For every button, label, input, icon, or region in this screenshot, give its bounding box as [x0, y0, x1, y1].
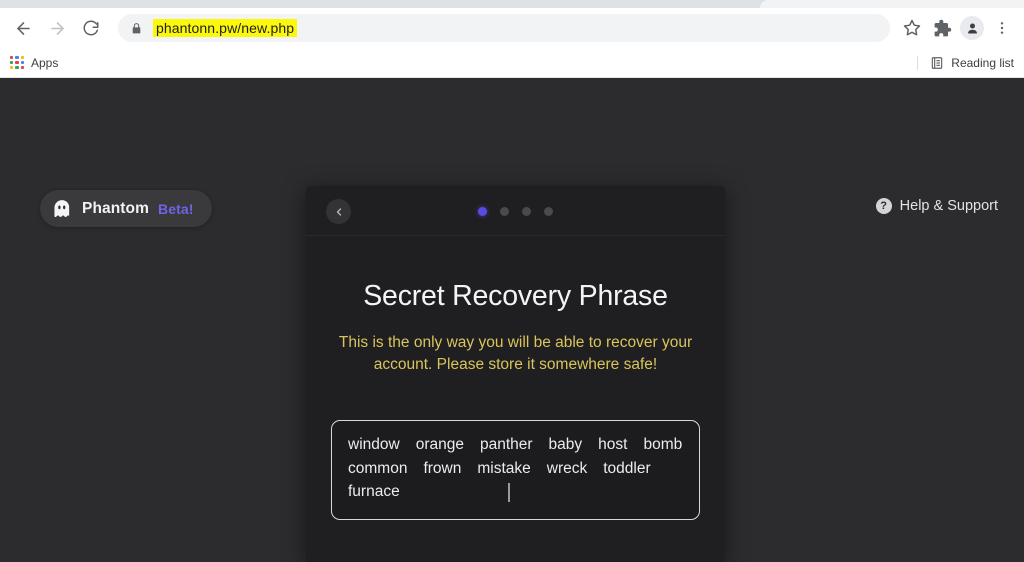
brand-name: Phantom [82, 199, 150, 217]
step-dot-4[interactable] [544, 207, 553, 216]
reading-list-button[interactable]: Reading list [917, 55, 1014, 70]
step-dot-1[interactable] [478, 207, 487, 216]
modal-body: Secret Recovery Phrase This is the only … [306, 280, 725, 562]
reload-button[interactable] [76, 13, 106, 43]
seed-word: bomb [643, 436, 683, 453]
lock-icon [132, 22, 141, 33]
page-title: Secret Recovery Phrase [363, 280, 668, 312]
help-and-support-link[interactable]: ? Help & Support [875, 198, 998, 214]
forward-button[interactable] [42, 13, 72, 43]
arrow-left-icon [16, 21, 30, 35]
address-bar[interactable]: phantonn.pw/new.php [118, 14, 890, 42]
brand-beta-tag: Beta! [158, 200, 194, 217]
seed-word: orange [415, 436, 464, 453]
apps-label: Apps [31, 55, 59, 70]
help-label: Help & Support [899, 198, 998, 214]
active-tab[interactable] [760, 0, 1024, 8]
arrow-right-icon [50, 21, 64, 35]
question-mark-circle-icon: ? [875, 198, 892, 214]
star-icon [903, 19, 921, 36]
page-content: Phantom Beta! ? Help & Support Secret Re… [0, 78, 1024, 562]
seed-word: panther [479, 436, 533, 453]
reload-icon [83, 20, 99, 36]
profile-avatar-button[interactable] [958, 14, 986, 42]
apps-shortcut[interactable]: Apps [10, 55, 59, 70]
more-menu-icon[interactable] [988, 14, 1016, 42]
step-dot-2[interactable] [500, 207, 509, 216]
warning-text: This is the only way you will be able to… [338, 334, 693, 373]
bookmark-star-icon[interactable] [898, 14, 926, 42]
seed-word: mistake [477, 459, 531, 477]
back-button[interactable] [8, 13, 38, 43]
reading-list-icon [932, 56, 943, 69]
apps-grid-icon [10, 55, 24, 70]
text-cursor [508, 483, 510, 502]
seed-phrase-box[interactable]: window orange panther baby host bomb com… [331, 420, 700, 520]
phantom-ghost-icon [54, 199, 70, 217]
modal-header [306, 186, 725, 236]
seed-word: toddler [603, 459, 651, 477]
browser-chrome: phantonn.pw/new.php Apps Reading list [0, 0, 1024, 78]
seed-word: furnace [348, 483, 400, 501]
extensions-puzzle-icon[interactable] [928, 14, 956, 42]
reading-list-label: Reading list [951, 55, 1014, 70]
step-indicator [306, 207, 725, 216]
puzzle-icon [934, 19, 951, 36]
seed-word-list: window orange panther baby host bomb com… [348, 435, 683, 503]
seed-word: wreck [546, 459, 588, 477]
bookmarks-bar: Apps Reading list [0, 48, 1024, 78]
seed-word: frown [423, 459, 462, 477]
seed-word: host [598, 436, 628, 453]
kebab-menu-icon [1000, 22, 1004, 34]
tab-strip [0, 0, 1024, 8]
avatar [960, 16, 984, 40]
seed-word: baby [548, 436, 583, 453]
phantom-brand-pill[interactable]: Phantom Beta! [40, 190, 212, 227]
url-text: phantonn.pw/new.php [153, 19, 298, 37]
seed-word: window [348, 436, 400, 453]
browser-toolbar: phantonn.pw/new.php [0, 8, 1024, 48]
onboarding-modal: Secret Recovery Phrase This is the only … [306, 186, 725, 562]
seed-word: common [348, 459, 408, 477]
step-dot-3[interactable] [522, 207, 531, 216]
person-icon [967, 23, 977, 33]
